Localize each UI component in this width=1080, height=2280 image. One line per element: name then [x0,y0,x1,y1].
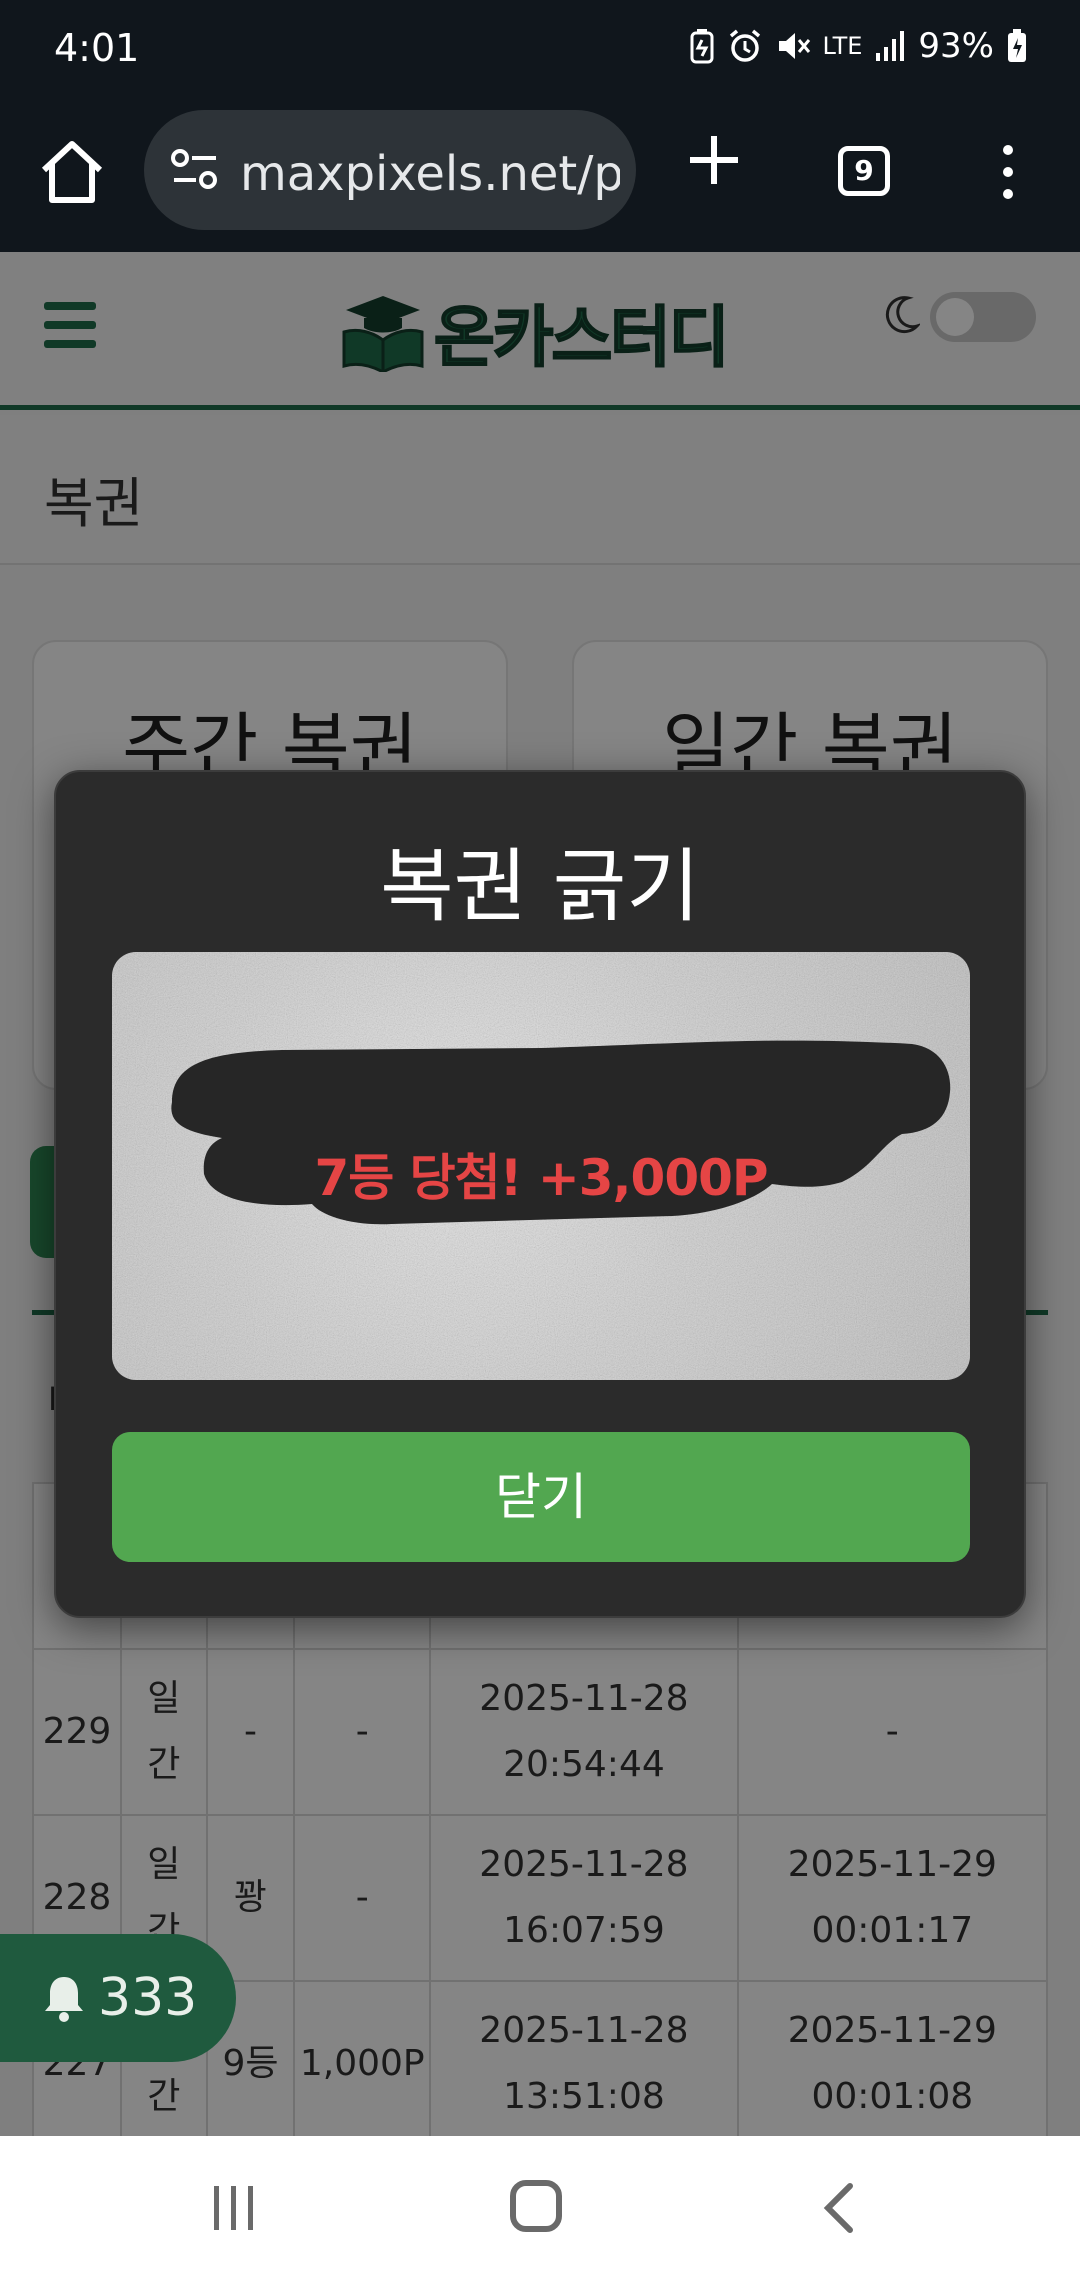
scratch-card[interactable]: 7등 당첨! +3,000P [112,952,970,1380]
home-nav-icon[interactable] [510,2180,562,2232]
home-icon[interactable] [34,134,110,210]
prize-result: 7등 당첨! +3,000P [314,1149,768,1207]
site-settings-icon[interactable] [170,148,220,192]
battery-icon [1008,29,1026,62]
mute-icon [778,33,810,59]
url-text[interactable]: maxpixels.net/p [240,146,620,202]
more-menu-icon[interactable] [994,144,1022,200]
back-icon[interactable] [820,2180,856,2236]
modal-title: 복권 긁기 [380,840,700,933]
battery-percent: 93% [918,26,994,66]
network-type: LTE [822,32,863,60]
status-time: 4:01 [54,26,140,70]
signal-icon [876,31,905,61]
address-bar[interactable]: maxpixels.net/p [144,110,636,230]
notification-count: 333 [98,1968,198,2028]
system-nav-bar [0,2136,1080,2280]
browser-toolbar: maxpixels.net/p 9 [0,100,1080,252]
scratch-lottery-modal: 복권 긁기 7등 당첨! +3,000P 닫기 [54,770,1026,1618]
new-tab-icon[interactable] [686,132,742,188]
status-icons: LTE 93% [689,26,1028,66]
recent-apps-icon[interactable] [210,2182,258,2234]
notification-button[interactable]: 333 [0,1934,236,2062]
alarm-icon [729,29,760,62]
close-button[interactable]: 닫기 [112,1432,970,1562]
battery-saver-icon [690,29,714,64]
status-bar: 4:01 LTE 93% [0,0,1080,100]
bell-icon [45,1977,83,2022]
tab-switcher-button[interactable]: 9 [838,146,890,196]
